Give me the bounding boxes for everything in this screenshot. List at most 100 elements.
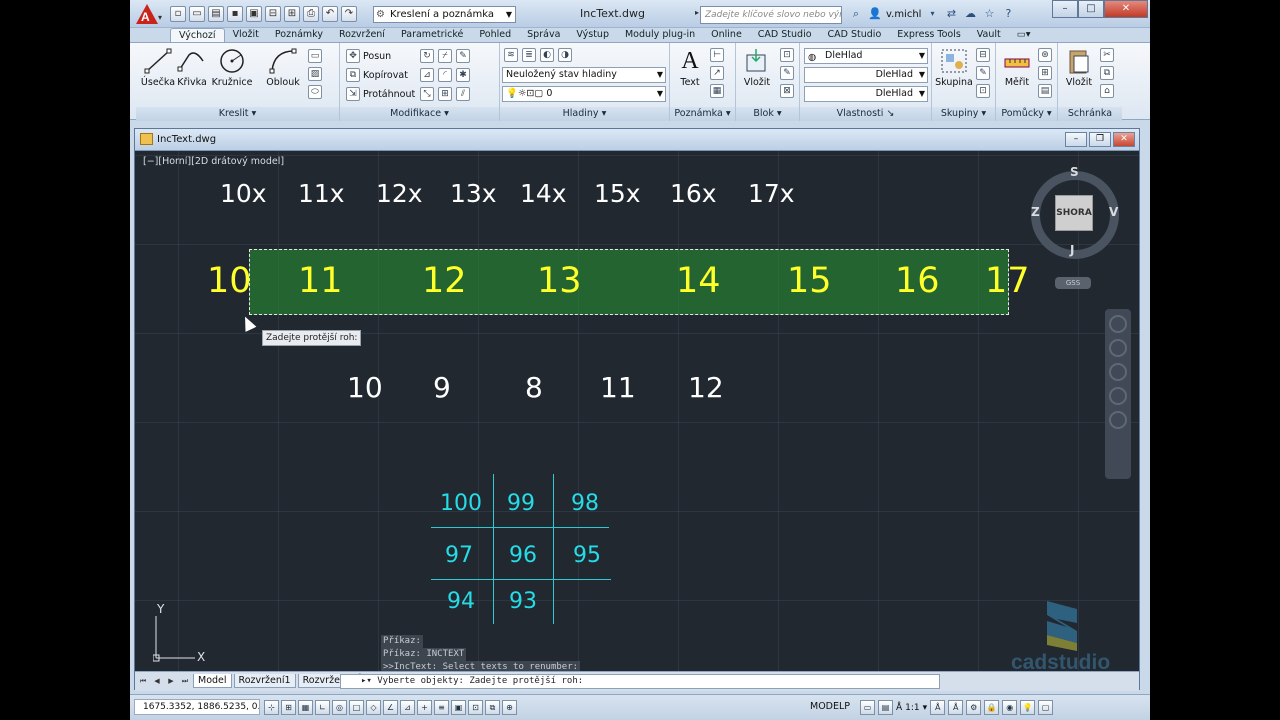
table-icon[interactable]: ▦ <box>710 84 724 98</box>
new-file-icon[interactable]: ▫ <box>170 6 186 22</box>
insert-block-tool[interactable]: Vložit <box>738 47 776 88</box>
compass-east[interactable]: V <box>1109 205 1118 219</box>
snap-icon[interactable]: ⊞ <box>281 700 296 715</box>
minimize-button[interactable]: – <box>1052 0 1078 18</box>
tab-vystup[interactable]: Výstup <box>568 28 617 42</box>
tab-cad-studio-1[interactable]: CAD Studio <box>750 28 820 42</box>
layer-state-dropdown[interactable]: Neuložený stav hladiny ▼ <box>502 67 666 83</box>
color-dropdown[interactable]: ◍ DleHlad ▼ <box>804 48 928 64</box>
drawing-text[interactable]: 10 <box>207 261 252 301</box>
tab-model[interactable]: Model <box>193 674 232 688</box>
edit-block-icon[interactable]: ✎ <box>780 66 794 80</box>
coordinates-readout[interactable]: 1675.3352, 1886.5235, 0.0000 <box>134 699 260 715</box>
export-icon[interactable]: ⊞ <box>284 6 300 22</box>
zoom-icon[interactable] <box>1109 363 1127 381</box>
tab-parametricke[interactable]: Parametrické <box>393 28 471 42</box>
open-sheet-icon[interactable]: ▤ <box>208 6 224 22</box>
annotation-scale-icon[interactable]: Å <box>896 703 902 713</box>
trim-icon[interactable]: ⌿ <box>438 49 452 63</box>
osnap-icon[interactable]: □ <box>349 700 364 715</box>
drawing-text[interactable]: 9 <box>433 371 451 404</box>
select-all-icon[interactable]: ⊞ <box>1038 66 1052 80</box>
tab-moduly[interactable]: Moduly plug-in <box>617 28 703 42</box>
steering-wheel-icon[interactable] <box>1109 315 1127 333</box>
paste-tool[interactable]: Vložit <box>1060 47 1098 88</box>
rectangle-icon[interactable]: ▭ <box>308 49 322 63</box>
mirror-icon[interactable]: ⊿ <box>420 68 434 82</box>
drawing-text[interactable]: 12 <box>422 261 467 301</box>
table-cell-text[interactable]: 100 <box>440 491 482 516</box>
auto-scale-icon[interactable]: Å <box>948 700 964 715</box>
layer-isolate-icon[interactable]: ◑ <box>558 48 572 62</box>
lineweight-dropdown[interactable]: DleHlad ▼ <box>804 86 928 102</box>
table-cell-text[interactable]: 99 <box>507 491 535 516</box>
ducs-icon[interactable]: ⊿ <box>400 700 415 715</box>
drawing-text[interactable]: 12 <box>688 371 724 404</box>
viewcube[interactable]: SHORA S J Z V <box>1031 165 1119 259</box>
binoculars-icon[interactable]: ⌕ <box>848 6 864 22</box>
cloud-icon[interactable]: ☁ <box>962 6 978 22</box>
drawing-restore-button[interactable]: ❐ <box>1089 132 1111 147</box>
panel-properties-label[interactable]: Vlastnosti ↘ <box>800 107 931 121</box>
calculator-icon[interactable]: ▤ <box>1038 84 1052 98</box>
compass-north[interactable]: S <box>1070 165 1079 179</box>
drawing-text[interactable]: 12x <box>376 179 423 208</box>
hardware-accel-icon[interactable]: ◉ <box>1002 700 1018 715</box>
last-tab-icon[interactable]: ⏭ <box>179 675 191 687</box>
otrack-icon[interactable]: ∠ <box>383 700 398 715</box>
tab-rozvrzeni[interactable]: Rozvržení <box>331 28 393 42</box>
ribbon-toggle-icon[interactable]: ▭▾ <box>1009 28 1039 42</box>
explode-icon[interactable]: ✱ <box>456 68 470 82</box>
wcs-menu-button[interactable]: GSS <box>1055 277 1091 289</box>
dimension-icon[interactable]: ⊢ <box>710 48 724 62</box>
fillet-icon[interactable]: ◜ <box>438 68 452 82</box>
arc-tool[interactable]: Oblouk <box>260 47 306 88</box>
group-edit-icon[interactable]: ✎ <box>976 66 990 80</box>
match-properties-icon[interactable]: ⌂ <box>1100 84 1114 98</box>
layer-state-icon[interactable]: ≣ <box>522 48 536 62</box>
tab-vault[interactable]: Vault <box>969 28 1009 42</box>
maximize-button[interactable]: □ <box>1078 0 1104 18</box>
model-space-toggle[interactable]: MODELP <box>810 701 850 712</box>
isolate-objects-icon[interactable]: 💡 <box>1020 700 1036 715</box>
help-icon[interactable]: ? <box>1000 6 1016 22</box>
layer-off-icon[interactable]: ◐ <box>540 48 554 62</box>
selection-cycling-icon[interactable]: ⧉ <box>485 700 500 715</box>
polyline-tool[interactable]: Křivka <box>172 47 212 88</box>
drawing-text[interactable]: 11 <box>298 261 343 301</box>
panel-layers-label[interactable]: Hladiny ▾ <box>500 107 669 121</box>
annotation-monitor-icon[interactable]: ⊕ <box>502 700 517 715</box>
prev-tab-icon[interactable]: ◀ <box>151 675 163 687</box>
orbit-icon[interactable] <box>1109 387 1127 405</box>
drawing-text[interactable]: 13x <box>450 179 497 208</box>
group-select-icon[interactable]: ⊡ <box>976 84 990 98</box>
layer-properties-icon[interactable]: ≋ <box>504 48 518 62</box>
tab-express-tools[interactable]: Express Tools <box>889 28 969 42</box>
table-cell-text[interactable]: 95 <box>573 543 601 568</box>
panel-annotation-label[interactable]: Poznámka ▾ <box>670 107 735 121</box>
erase-icon[interactable]: ✎ <box>456 49 470 63</box>
table-line[interactable] <box>553 474 554 624</box>
next-tab-icon[interactable]: ▶ <box>165 675 177 687</box>
save-as-icon[interactable]: ▣ <box>246 6 262 22</box>
panel-draw-label[interactable]: Kreslit ▾ <box>136 107 339 121</box>
text-tool[interactable]: A Text <box>672 47 708 88</box>
workspace-switch-icon[interactable]: ⚙ <box>966 700 982 715</box>
table-cell-text[interactable]: 97 <box>445 543 473 568</box>
ungroup-icon[interactable]: ⊟ <box>976 48 990 62</box>
measure-tool[interactable]: Měřit <box>998 47 1036 88</box>
panel-utilities-label[interactable]: Pomůcky ▾ <box>996 107 1057 121</box>
attribute-icon[interactable]: ⊠ <box>780 84 794 98</box>
viewport-controls[interactable]: [−][Horní][2D drátový model] <box>143 156 284 167</box>
table-line[interactable] <box>493 474 494 624</box>
drawing-text[interactable]: 10 <box>347 371 383 404</box>
copy-tool[interactable]: ⧉ Kopírovat <box>346 68 408 82</box>
leader-icon[interactable]: ↗ <box>710 66 724 80</box>
panel-modify-label[interactable]: Modifikace ▾ <box>340 107 499 121</box>
table-cell-text[interactable]: 94 <box>447 589 475 614</box>
command-line-input[interactable]: ▸▾ Vyberte objekty: Zadejte protější roh… <box>340 674 940 689</box>
viewcube-top-face[interactable]: SHORA <box>1055 195 1093 231</box>
panel-groups-label[interactable]: Skupiny ▾ <box>932 107 995 121</box>
plot-icon[interactable]: ⎙ <box>303 6 319 22</box>
tab-vlozit[interactable]: Vložit <box>225 28 267 42</box>
